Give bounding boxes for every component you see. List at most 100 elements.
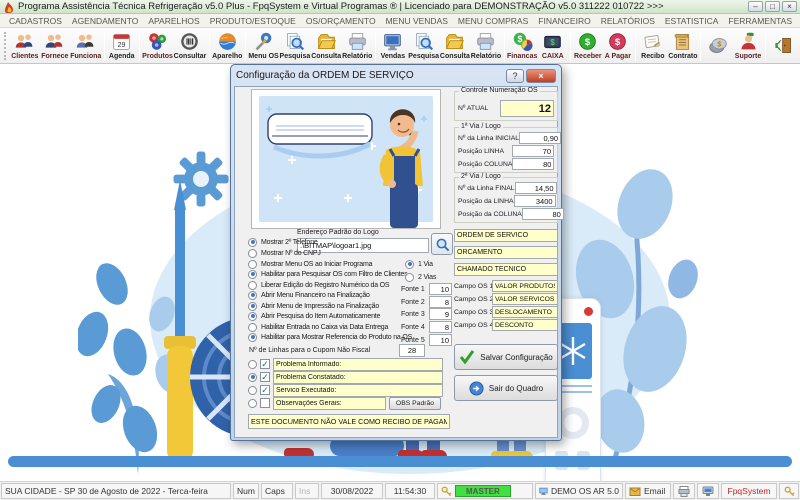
radio-icon [248, 311, 257, 321]
fonte-2-input[interactable] [429, 296, 452, 308]
menu-financeiro[interactable]: FINANCEIRO [533, 16, 595, 26]
menu-estatistica[interactable]: ESTATISTICA [660, 16, 724, 26]
toolbar-funciona[interactable]: Funciona [70, 29, 102, 63]
menu-cadastros[interactable]: CADASTROS [4, 16, 67, 26]
toolbar-consultar[interactable]: Consultar [173, 29, 206, 63]
observacoes-gerais-field[interactable] [273, 396, 386, 410]
toolbar-relatorio-os[interactable]: Relatório [342, 29, 373, 63]
salvar-configuracao-button[interactable]: Salvar Configuração [454, 344, 558, 370]
toolbar-sair[interactable] [768, 29, 798, 63]
posicao-coluna2-input[interactable] [521, 208, 564, 220]
option-referencia-produto[interactable]: Habilitar para Mostrar Referencia do Pro… [248, 332, 412, 342]
radio-icon[interactable] [248, 359, 257, 369]
toolbar-pesquisa-os[interactable]: Pesquisa [279, 29, 311, 63]
toolbar-menu-os[interactable]: Menu OS [248, 29, 279, 63]
toolbar-aparelho[interactable]: Aparelho [212, 29, 243, 63]
obs-padrao-button[interactable]: OBS Padrão [389, 396, 441, 410]
posicao-linha2-input[interactable] [513, 195, 556, 207]
titulo-orcamento[interactable] [454, 246, 558, 259]
toolbar-suporte[interactable]: Suporte [733, 29, 763, 63]
toolbar-vendas[interactable]: Vendas [378, 29, 408, 63]
toolbar-receber[interactable]: $ Receber [573, 29, 603, 63]
campo-os-3-input[interactable] [492, 306, 558, 318]
titulo-ordem-servico[interactable] [454, 229, 558, 242]
menu-agendamento[interactable]: AGENDAMENTO [67, 16, 143, 26]
toolbar-pesquisa-vendas[interactable]: Pesquisa [408, 29, 440, 63]
radio-icon[interactable] [248, 372, 257, 382]
toolbar-consulta-os[interactable]: Consulta [311, 29, 342, 63]
option-menu-financeiro[interactable]: Abrir Menu Financeiro na Finalização [248, 290, 370, 300]
statusbar-printer[interactable] [673, 483, 695, 499]
menu-produto-estoque[interactable]: PRODUTO/ESTOQUE [205, 16, 301, 26]
group-via1-logo: 1ª Via / Logo Nº da Linha INICIAL Posiçã… [454, 123, 562, 173]
campo-os-4-row: Campo OS 4 [454, 319, 558, 331]
numero-atual-input[interactable] [500, 100, 554, 117]
option-pesquisar-filtro[interactable]: Habilitar para Pesquisar OS com Filtro d… [248, 269, 408, 279]
dialog-help-button[interactable]: ? [506, 68, 524, 83]
toolbar-clientes[interactable]: Clientes [10, 29, 40, 63]
menu-relatorios[interactable]: RELATÓRIOS [596, 16, 660, 26]
linha-final-input[interactable] [514, 182, 557, 194]
barcode-icon [181, 33, 199, 50]
toolbar-consulta-vendas[interactable]: Consulta [439, 29, 470, 63]
fonte-1-input[interactable] [429, 283, 452, 295]
toolbar-a-pagar[interactable]: $ A Pagar [603, 29, 633, 63]
toolbar-recibo[interactable]: Recibo [638, 29, 668, 63]
toolbar-produtos[interactable]: Produtos [142, 29, 174, 63]
printer-icon [348, 33, 366, 50]
minimize-button[interactable]: – [748, 1, 763, 12]
campo-os-1-input[interactable] [492, 280, 558, 292]
via-2-radio[interactable]: 2 Vias [405, 272, 436, 282]
fonte-4-input[interactable] [429, 321, 452, 333]
campo-os-4-input[interactable] [492, 319, 558, 331]
radio-icon[interactable] [248, 398, 257, 408]
linha-inicial-input[interactable] [519, 132, 562, 144]
servico-executado-field[interactable] [273, 383, 443, 397]
option-menu-os-iniciar[interactable]: Mostrar Menu OS ao Iniciar Programa [248, 259, 372, 269]
via-1-radio[interactable]: 1 Via [405, 259, 433, 269]
toolbar-moeda[interactable]: $ [703, 29, 733, 63]
menu-os-orcamento[interactable]: OS/ORÇAMENTO [301, 16, 381, 26]
toolbar-caixa[interactable]: $ CAIXA [538, 29, 568, 63]
menu-vendas[interactable]: MENU VENDAS [381, 16, 453, 26]
posicao-coluna-input[interactable] [512, 158, 555, 170]
radio-icon[interactable] [248, 385, 257, 395]
fonte-3-input[interactable] [429, 308, 452, 320]
menu-compras[interactable]: MENU COMPRAS [453, 16, 533, 26]
option-menu-impressao[interactable]: Abrir Menu de Impressão na Finalização [248, 301, 379, 311]
logo-search-button[interactable] [431, 233, 453, 255]
option-entrada-caixa[interactable]: Habilitar Entrada no Caixa via Data Entr… [248, 322, 388, 332]
statusbar-computer[interactable] [697, 483, 719, 499]
dialog-titlebar[interactable]: Configuração da ORDEM DE SERVIÇO ? × [234, 65, 558, 86]
toolbar-financas[interactable]: $ Financas [507, 29, 538, 63]
fonte-5-input[interactable] [429, 334, 452, 346]
toolbar-agenda[interactable]: 29 Agenda [107, 29, 137, 63]
toolbar-relatorio-vendas[interactable]: Relatório [470, 29, 501, 63]
option-liberar-edicao[interactable]: Liberar Edição do Registro Numérico da O… [248, 280, 390, 290]
toolbar-separator [700, 30, 701, 61]
checkbox-icon[interactable] [260, 385, 270, 395]
problema-constatado-field[interactable] [273, 370, 443, 384]
dialog-close-button[interactable]: × [526, 68, 556, 83]
maximize-button[interactable]: □ [765, 1, 780, 12]
posicao-linha-input[interactable] [512, 145, 554, 157]
checkbox-icon[interactable] [260, 398, 270, 408]
statusbar-email[interactable]: Email [625, 483, 671, 499]
campo-os-2-input[interactable] [492, 293, 558, 305]
menu-aparelhos[interactable]: APARELHOS [143, 16, 204, 26]
close-button[interactable]: × [782, 1, 797, 12]
checkbox-icon[interactable] [260, 359, 270, 369]
titulo-chamado-tecnico[interactable] [454, 263, 558, 276]
sair-do-quadro-button[interactable]: Sair do Quadro [454, 375, 558, 401]
toolbar-fornece[interactable]: Fornece [40, 29, 70, 63]
cupom-input[interactable] [399, 344, 425, 357]
menu-bar: CADASTROS AGENDAMENTO APARELHOS PRODUTO/… [0, 14, 800, 28]
checkbox-icon[interactable] [260, 372, 270, 382]
toolbar-contrato[interactable]: Contrato [668, 29, 698, 63]
menu-ferramentas[interactable]: FERRAMENTAS [723, 16, 797, 26]
option-pesquisa-item[interactable]: Abrir Pesquisa do Item Automaticamente [248, 311, 380, 321]
footer-note-field[interactable] [248, 414, 450, 429]
option-mostrar-2-telefone[interactable]: Mostrar 2º Telefone [248, 237, 318, 247]
option-mostrar-cnpj[interactable]: Mostrar Nº do CNPJ [248, 248, 321, 258]
problema-informado-field[interactable] [273, 357, 443, 371]
